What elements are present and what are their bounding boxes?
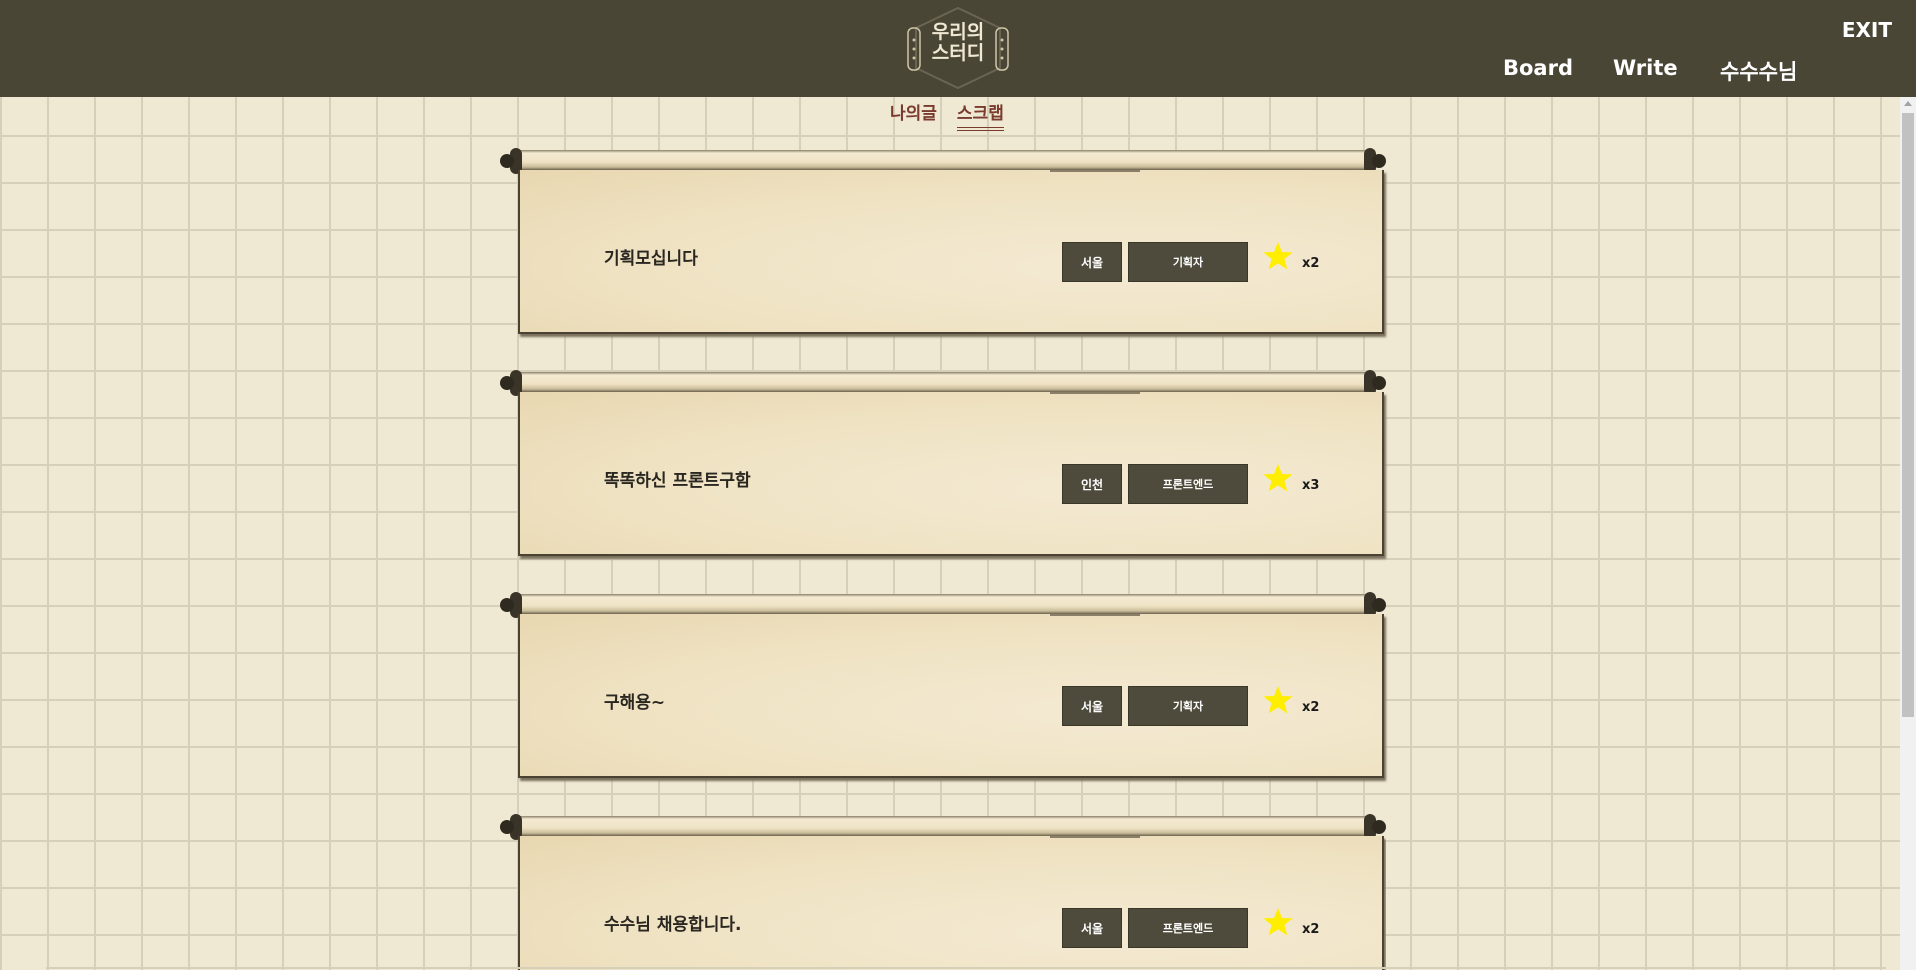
header-bar: 우리의 스터디 EXIT Board Write 수수수님 [0, 0, 1916, 97]
nav-board[interactable]: Board [1503, 56, 1573, 80]
post-card[interactable]: 똑똑하신 프론트구함 인천 프론트엔드 x3 [498, 370, 1386, 562]
nav-user-profile[interactable]: 수수수님 [1720, 56, 1797, 86]
star-icon[interactable] [1262, 240, 1294, 272]
star-count: x3 [1302, 478, 1320, 493]
logo-line-2: 스터디 [931, 42, 985, 64]
tab-bar: 나의글 스크랩 [890, 99, 1004, 131]
role-badge: 프론트엔드 [1128, 908, 1248, 948]
logo-text: 우리의 스터디 [906, 22, 1010, 64]
logo-line-1: 우리의 [931, 21, 985, 43]
post-paper: 수수님 채용합니다. 서울 프론트엔드 x2 [518, 836, 1384, 970]
star-count: x2 [1302, 700, 1320, 715]
post-title[interactable]: 똑똑하신 프론트구함 [604, 466, 751, 491]
region-badge: 서울 [1062, 686, 1122, 726]
region-badge: 서울 [1062, 242, 1122, 282]
region-badge: 서울 [1062, 908, 1122, 948]
region-badge: 인천 [1062, 464, 1122, 504]
post-title[interactable]: 수수님 채용합니다. [604, 910, 742, 935]
role-badge: 프론트엔드 [1128, 464, 1248, 504]
scroll-up-arrow-icon[interactable] [1904, 101, 1912, 106]
divider [46, 967, 1886, 969]
star-count: x2 [1302, 922, 1320, 937]
post-title[interactable]: 구해용~ [604, 688, 665, 713]
star-icon[interactable] [1262, 462, 1294, 494]
nav-write[interactable]: Write [1613, 56, 1678, 80]
vertical-scrollbar[interactable] [1900, 97, 1916, 970]
role-badge: 기획자 [1128, 686, 1248, 726]
star-icon[interactable] [1262, 684, 1294, 716]
scroll-rod [518, 594, 1370, 614]
tab-my-posts[interactable]: 나의글 [890, 99, 937, 131]
scroll-rod [518, 372, 1370, 392]
star-icon[interactable] [1262, 906, 1294, 938]
role-badge: 기획자 [1128, 242, 1248, 282]
post-title[interactable]: 기획모십니다 [604, 244, 698, 269]
scroll-thumb[interactable] [1902, 113, 1914, 717]
exit-button[interactable]: EXIT [1842, 18, 1892, 42]
post-paper: 구해용~ 서울 기획자 x2 [518, 614, 1384, 778]
scroll-rod [518, 150, 1370, 170]
post-card[interactable]: 구해용~ 서울 기획자 x2 [498, 592, 1386, 784]
post-card[interactable]: 기획모십니다 서울 기획자 x2 [498, 148, 1386, 340]
scroll-rod [518, 816, 1370, 836]
star-count: x2 [1302, 256, 1320, 271]
logo[interactable]: 우리의 스터디 [906, 6, 1010, 90]
post-card[interactable]: 수수님 채용합니다. 서울 프론트엔드 x2 [498, 814, 1386, 970]
post-paper: 똑똑하신 프론트구함 인천 프론트엔드 x3 [518, 392, 1384, 556]
tab-scrap[interactable]: 스크랩 [956, 99, 1004, 131]
post-paper: 기획모십니다 서울 기획자 x2 [518, 170, 1384, 334]
